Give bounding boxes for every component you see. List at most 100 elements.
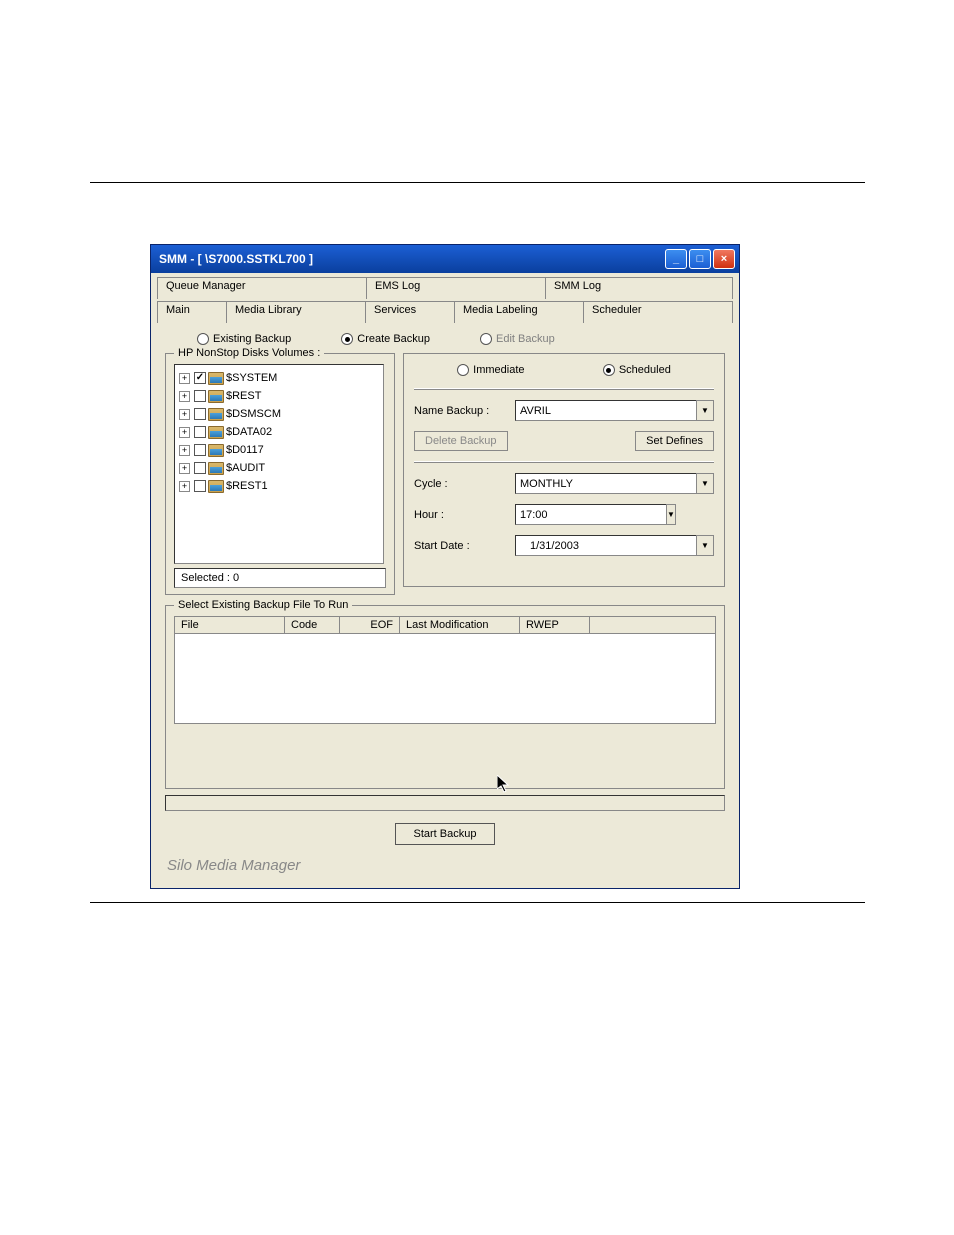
expand-icon[interactable]: +	[179, 391, 190, 402]
tree-item-label: $AUDIT	[226, 462, 265, 474]
radio-dot-icon	[197, 333, 209, 345]
tab-ems-log[interactable]: EMS Log	[366, 277, 546, 299]
radio-dot-icon	[457, 364, 469, 376]
tree-item-label: $SYSTEM	[226, 372, 277, 384]
left-column: HP NonStop Disks Volumes : + $SYSTEM +	[165, 353, 395, 595]
expand-icon[interactable]: +	[179, 445, 190, 456]
tab-media-library[interactable]: Media Library	[226, 301, 366, 323]
folder-icon	[208, 462, 224, 475]
checkbox-icon[interactable]	[194, 426, 206, 438]
tree-item-d0117[interactable]: + $D0117	[179, 441, 379, 459]
folder-icon	[208, 390, 224, 403]
dropdown-arrow-icon[interactable]	[696, 400, 714, 421]
checkbox-icon[interactable]	[194, 480, 206, 492]
start-date-dropdown[interactable]	[515, 535, 714, 556]
folder-icon	[208, 408, 224, 421]
tab-services[interactable]: Services	[365, 301, 455, 323]
timing-radios: Immediate Scheduled	[414, 362, 714, 378]
hour-input[interactable]	[515, 504, 666, 525]
col-rwep[interactable]: RWEP	[520, 617, 590, 633]
main-window: SMM - [ \S7000.SSTKL700 ] _ □ × Queue Ma…	[150, 244, 740, 889]
tree-item-dsmscm[interactable]: + $DSMSCM	[179, 405, 379, 423]
pane-divider	[414, 388, 714, 390]
folder-icon	[208, 426, 224, 439]
expand-icon[interactable]: +	[179, 481, 190, 492]
expand-icon[interactable]: +	[179, 427, 190, 438]
checkbox-icon[interactable]	[194, 372, 206, 384]
volumes-tree[interactable]: + $SYSTEM + $REST +	[174, 364, 384, 564]
set-defines-button[interactable]: Set Defines	[635, 431, 714, 451]
name-backup-dropdown[interactable]	[515, 400, 714, 421]
cycle-input[interactable]	[515, 473, 696, 494]
name-backup-input[interactable]	[515, 400, 696, 421]
tab-smm-log[interactable]: SMM Log	[545, 277, 733, 299]
window-title: SMM - [ \S7000.SSTKL700 ]	[159, 252, 313, 266]
tree-item-label: $D0117	[226, 444, 264, 456]
tree-item-rest1[interactable]: + $REST1	[179, 477, 379, 495]
checkbox-icon[interactable]	[194, 444, 206, 456]
tree-item-system[interactable]: + $SYSTEM	[179, 369, 379, 387]
page-divider-top	[90, 182, 865, 183]
page-divider-bottom	[90, 902, 865, 903]
tab-media-labeling[interactable]: Media Labeling	[454, 301, 584, 323]
right-pane: Immediate Scheduled Name Backup :	[403, 353, 725, 587]
titlebar-buttons: _ □ ×	[665, 249, 735, 269]
pane-divider	[414, 461, 714, 463]
expand-icon[interactable]: +	[179, 463, 190, 474]
status-line	[165, 795, 725, 811]
dropdown-arrow-icon[interactable]	[696, 535, 714, 556]
titlebar[interactable]: SMM - [ \S7000.SSTKL700 ] _ □ ×	[151, 245, 739, 273]
expand-icon[interactable]: +	[179, 373, 190, 384]
file-list-body[interactable]	[174, 634, 716, 724]
tab-queue-manager[interactable]: Queue Manager	[157, 277, 367, 299]
radio-label: Existing Backup	[213, 333, 291, 345]
hour-row: Hour :	[414, 504, 714, 525]
tree-item-data02[interactable]: + $DATA02	[179, 423, 379, 441]
radio-label: Scheduled	[619, 364, 671, 376]
radio-dot-icon	[480, 333, 492, 345]
cycle-label: Cycle :	[414, 478, 509, 490]
hour-dropdown[interactable]	[515, 504, 605, 525]
folder-open-icon	[208, 372, 224, 385]
checkbox-icon[interactable]	[194, 408, 206, 420]
col-last-mod[interactable]: Last Modification	[400, 617, 520, 633]
col-code[interactable]: Code	[285, 617, 340, 633]
close-button[interactable]: ×	[713, 249, 735, 269]
tabs-row-1: Queue Manager EMS Log SMM Log	[157, 277, 733, 299]
folder-icon	[208, 444, 224, 457]
dropdown-arrow-icon[interactable]	[696, 473, 714, 494]
name-backup-label: Name Backup :	[414, 405, 509, 417]
minimize-button[interactable]: _	[665, 249, 687, 269]
start-date-label: Start Date :	[414, 540, 509, 552]
tab-scheduler[interactable]: Scheduler	[583, 301, 733, 323]
col-file[interactable]: File	[175, 617, 285, 633]
delete-backup-button: Delete Backup	[414, 431, 508, 451]
start-row: Start Backup	[157, 813, 733, 849]
radio-existing-backup[interactable]: Existing Backup	[197, 333, 291, 345]
footer-brand: Silo Media Manager	[157, 851, 733, 882]
checkbox-icon[interactable]	[194, 462, 206, 474]
tree-item-label: $REST1	[226, 480, 268, 492]
radio-immediate[interactable]: Immediate	[457, 364, 524, 376]
tab-main[interactable]: Main	[157, 301, 227, 323]
start-date-input[interactable]	[515, 535, 696, 556]
radio-label: Create Backup	[357, 333, 430, 345]
radio-label: Immediate	[473, 364, 524, 376]
client-area: Queue Manager EMS Log SMM Log Main Media…	[151, 273, 739, 888]
col-eof[interactable]: EOF	[340, 617, 400, 633]
folder-icon	[208, 480, 224, 493]
dropdown-arrow-icon[interactable]	[666, 504, 676, 525]
tree-item-audit[interactable]: + $AUDIT	[179, 459, 379, 477]
run-file-fieldset: Select Existing Backup File To Run File …	[165, 605, 725, 789]
col-spacer	[590, 617, 715, 633]
cycle-dropdown[interactable]	[515, 473, 714, 494]
checkbox-icon[interactable]	[194, 390, 206, 402]
expand-icon[interactable]: +	[179, 409, 190, 420]
maximize-button[interactable]: □	[689, 249, 711, 269]
radio-scheduled[interactable]: Scheduled	[603, 364, 671, 376]
cycle-row: Cycle :	[414, 473, 714, 494]
start-backup-button[interactable]: Start Backup	[395, 823, 496, 845]
volumes-fieldset-legend: HP NonStop Disks Volumes :	[174, 347, 324, 359]
tree-item-rest[interactable]: + $REST	[179, 387, 379, 405]
radio-create-backup[interactable]: Create Backup	[341, 333, 430, 345]
